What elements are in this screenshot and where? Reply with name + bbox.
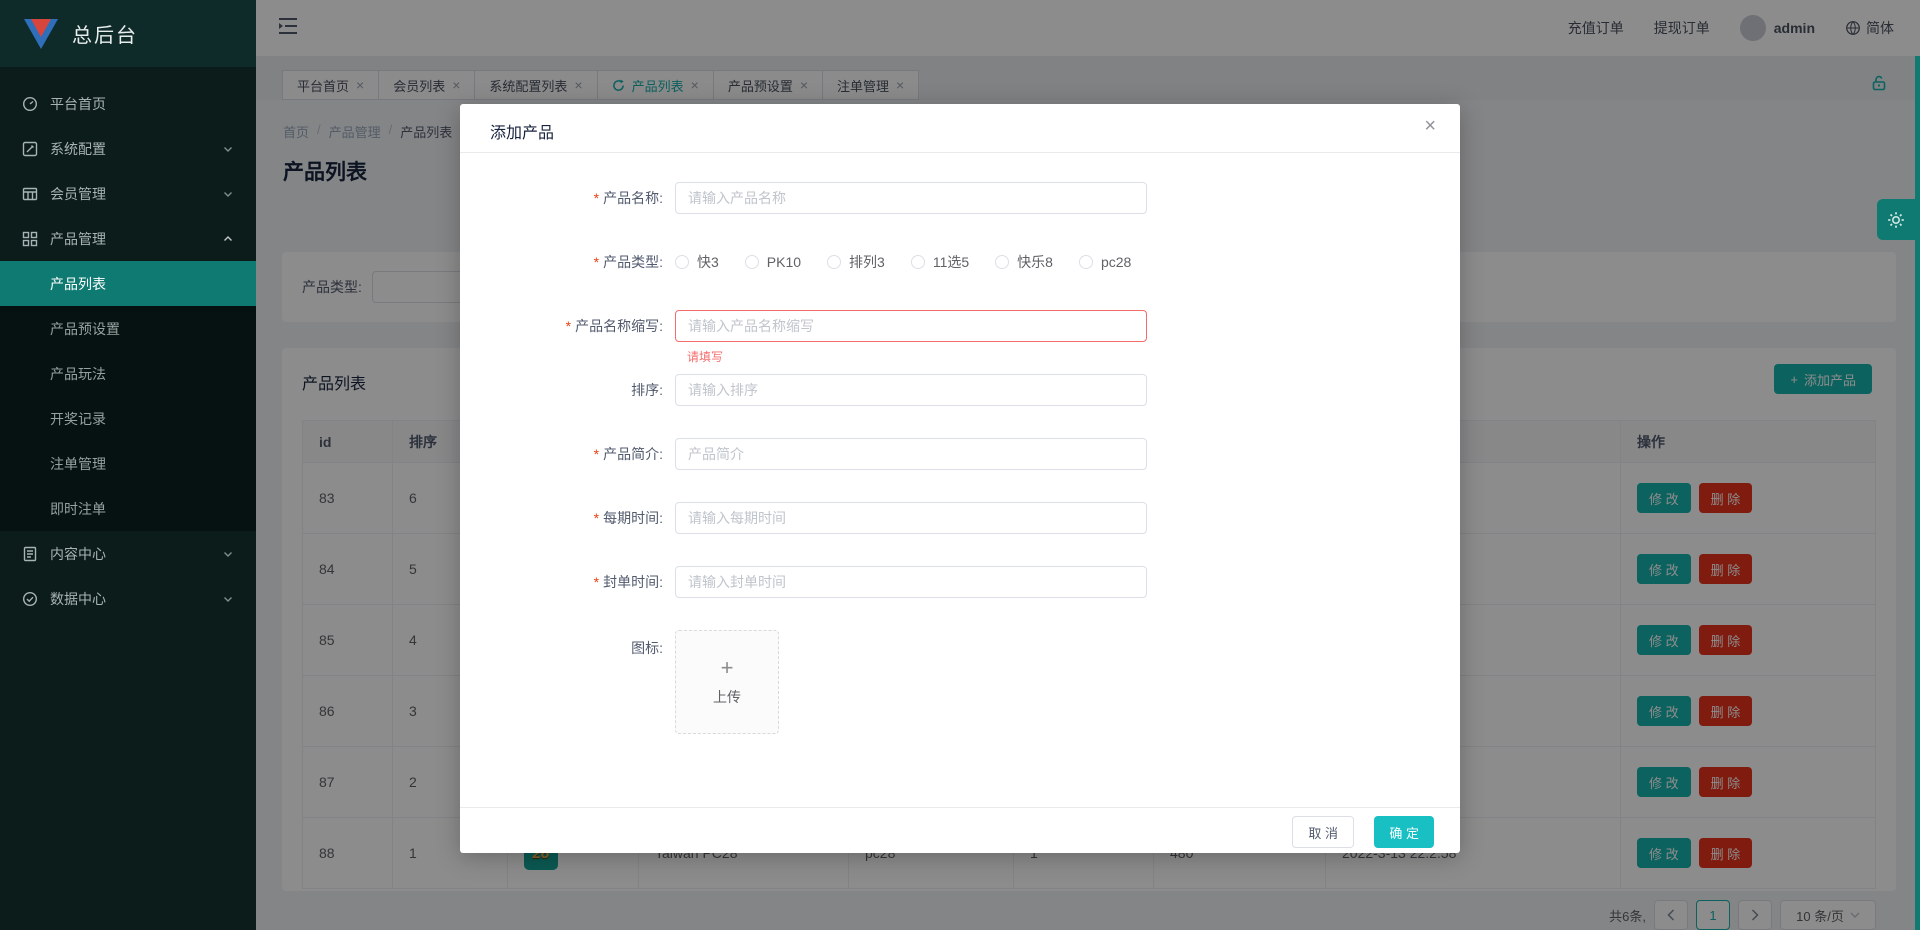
radio-circle <box>1079 255 1093 269</box>
sidebar-subitem-label: 开奖记录 <box>50 409 106 429</box>
field-label: 排序: <box>631 382 663 398</box>
radio-kuaile8[interactable]: 快乐8 <box>995 252 1053 272</box>
sidebar-subitem-label: 即时注单 <box>50 499 106 519</box>
product-intro-input[interactable] <box>675 438 1147 470</box>
sidebar-subitem-label: 产品列表 <box>50 274 106 294</box>
required-asterisk: * <box>566 318 571 334</box>
page: 总后台 平台首页 系统配置 会员管理 <box>0 0 1920 930</box>
sidebar-item-content-center[interactable]: 内容中心 <box>0 531 256 576</box>
sidebar-item-label: 平台首页 <box>50 94 234 114</box>
doc-icon <box>22 546 38 562</box>
radio-circle <box>675 255 689 269</box>
modal-body: *产品名称: *产品类型: 快3 PK10 排列3 11选5 快乐8 pc28 … <box>460 153 1460 734</box>
confirm-button[interactable]: 确 定 <box>1374 816 1434 848</box>
sidebar-subitem-label: 产品玩法 <box>50 364 106 384</box>
form-row-product-intro: *产品简介: <box>460 438 1460 470</box>
field-label: 每期时间: <box>603 510 663 526</box>
sort-input[interactable] <box>675 374 1147 406</box>
sidebar-menu: 平台首页 系统配置 会员管理 产品管理 <box>0 67 256 621</box>
product-type-radio-group: 快3 PK10 排列3 11选5 快乐8 pc28 <box>675 252 1131 272</box>
period-time-input[interactable] <box>675 502 1147 534</box>
chevron-down-icon <box>222 548 234 560</box>
sidebar-item-label: 内容中心 <box>50 544 222 564</box>
close-icon[interactable]: × <box>1424 116 1436 136</box>
chevron-down-icon <box>222 593 234 605</box>
sidebar-item-members[interactable]: 会员管理 <box>0 171 256 216</box>
field-label: 封单时间: <box>603 574 663 590</box>
products-submenu: 产品列表 产品预设置 产品玩法 开奖记录 注单管理 即时注单 <box>0 261 256 531</box>
radio-pailie3[interactable]: 排列3 <box>827 252 885 272</box>
sidebar-subitem-bet-management[interactable]: 注单管理 <box>0 441 256 486</box>
field-label: 图标: <box>631 640 663 656</box>
modal-title: 添加产品 <box>490 119 554 143</box>
app-logo-icon <box>24 19 58 49</box>
field-label: 产品名称缩写: <box>575 318 663 334</box>
sidebar-item-label: 会员管理 <box>50 184 222 204</box>
form-row-icon-upload: 图标: + 上传 <box>460 630 1460 734</box>
form-row-product-abbr: *产品名称缩写: 请填写 <box>460 310 1460 342</box>
sidebar-subitem-realtime-bets[interactable]: 即时注单 <box>0 486 256 531</box>
form-row-product-type: *产品类型: 快3 PK10 排列3 11选5 快乐8 pc28 <box>460 246 1460 278</box>
radio-pk10[interactable]: PK10 <box>745 254 801 270</box>
grid-icon <box>22 231 38 247</box>
chevron-down-icon <box>222 143 234 155</box>
app-title: 总后台 <box>72 19 138 48</box>
radio-circle <box>911 255 925 269</box>
radio-circle <box>745 255 759 269</box>
radio-kuai3[interactable]: 快3 <box>675 252 719 272</box>
sidebar: 总后台 平台首页 系统配置 会员管理 <box>0 0 256 930</box>
add-product-modal: 添加产品 × *产品名称: *产品类型: 快3 PK10 排列3 11选5 快乐… <box>460 104 1460 853</box>
field-label: 产品简介: <box>603 446 663 462</box>
product-name-input[interactable] <box>675 182 1147 214</box>
sidebar-item-system-config[interactable]: 系统配置 <box>0 126 256 171</box>
settings-drawer-edge <box>1915 56 1920 930</box>
cancel-button[interactable]: 取 消 <box>1292 816 1354 848</box>
field-label: 产品类型: <box>603 254 663 270</box>
plus-icon: + <box>721 657 734 679</box>
gear-icon <box>1886 210 1906 230</box>
sidebar-subitem-lottery-records[interactable]: 开奖记录 <box>0 396 256 441</box>
field-label: 产品名称: <box>603 190 663 206</box>
required-asterisk: * <box>594 190 599 206</box>
check-circle-icon <box>22 591 38 607</box>
sidebar-subitem-label: 产品预设置 <box>50 319 120 339</box>
modal-header: 添加产品 × <box>460 104 1460 153</box>
validation-error: 请填写 <box>687 348 723 365</box>
settings-gear-button[interactable] <box>1877 199 1915 240</box>
upload-label: 上传 <box>713 687 741 707</box>
required-asterisk: * <box>594 510 599 526</box>
sidebar-item-dashboard[interactable]: 平台首页 <box>0 81 256 126</box>
required-asterisk: * <box>594 574 599 590</box>
radio-circle <box>995 255 1009 269</box>
form-row-period-time: *每期时间: <box>460 502 1460 534</box>
sidebar-item-label: 系统配置 <box>50 139 222 159</box>
modal-footer: 取 消 确 定 <box>460 807 1460 853</box>
edit-icon <box>22 141 38 157</box>
radio-circle <box>827 255 841 269</box>
sidebar-item-products[interactable]: 产品管理 <box>0 216 256 261</box>
sidebar-subitem-product-play[interactable]: 产品玩法 <box>0 351 256 396</box>
product-abbr-input[interactable] <box>675 310 1147 342</box>
sidebar-item-data-center[interactable]: 数据中心 <box>0 576 256 621</box>
seal-time-input[interactable] <box>675 566 1147 598</box>
required-asterisk: * <box>594 254 599 270</box>
logo-area: 总后台 <box>0 0 256 67</box>
chevron-up-icon <box>222 233 234 245</box>
radio-11xuan5[interactable]: 11选5 <box>911 252 969 272</box>
table-icon <box>22 186 38 202</box>
sidebar-subitem-product-preset[interactable]: 产品预设置 <box>0 306 256 351</box>
sidebar-subitem-label: 注单管理 <box>50 454 106 474</box>
icon-upload-box[interactable]: + 上传 <box>675 630 779 734</box>
form-row-product-name: *产品名称: <box>460 182 1460 214</box>
sidebar-item-label: 数据中心 <box>50 589 222 609</box>
chevron-down-icon <box>222 188 234 200</box>
form-row-sort: 排序: <box>460 374 1460 406</box>
radio-pc28[interactable]: pc28 <box>1079 254 1131 270</box>
gauge-icon <box>22 96 38 112</box>
sidebar-subitem-product-list[interactable]: 产品列表 <box>0 261 256 306</box>
required-asterisk: * <box>594 446 599 462</box>
sidebar-item-label: 产品管理 <box>50 229 222 249</box>
form-row-seal-time: *封单时间: <box>460 566 1460 598</box>
